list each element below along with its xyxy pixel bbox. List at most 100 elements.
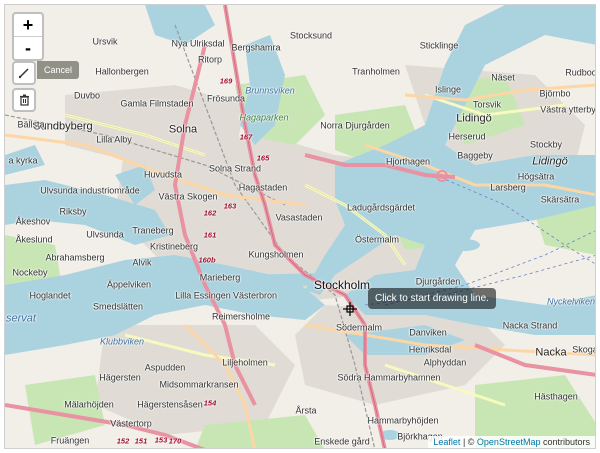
water-label-brunnsviken: Brunnsviken — [245, 85, 295, 96]
place-label-marieberg: Marieberg — [199, 272, 241, 283]
place-label-liljeholmen: Liljeholmen — [222, 357, 268, 368]
place-label-bjornbo: Björnbo — [539, 88, 571, 99]
place-label-reimersholme: Reimersholme — [211, 311, 271, 322]
road-number: 165 — [256, 153, 270, 163]
draw-line-button[interactable] — [12, 61, 36, 85]
delete-button[interactable] — [12, 88, 36, 112]
place-label-stocksund: Stocksund — [289, 30, 333, 41]
place-label-henriksdal: Henriksdal — [408, 344, 452, 355]
road-number: 167 — [239, 132, 253, 142]
place-label-lilla-alby: Lilla Alby — [96, 134, 132, 145]
place-label-danviken: Danviken — [409, 327, 447, 338]
place-label-duvbo: Duvbo — [73, 90, 101, 101]
place-label-norra-djurgarden: Norra Djurgården — [320, 120, 390, 131]
place-label-a-kyrka: a kyrka — [8, 155, 38, 166]
leaflet-link[interactable]: Leaflet — [433, 437, 460, 447]
place-label-traneberg: Traneberg — [132, 225, 174, 236]
place-label-lidingo-town: Lidingö — [456, 112, 492, 125]
pencil-line-icon — [18, 68, 29, 79]
bridge — [424, 173, 446, 179]
place-label-vastertorp: Västertorp — [110, 418, 152, 429]
place-label-stockby: Stockby — [529, 139, 563, 150]
place-label-arsta: Årsta — [295, 405, 317, 416]
road-number: 153 — [154, 435, 168, 445]
place-label-hagersten: Hägersten — [99, 372, 141, 383]
place-label-vastra-ytterby: Västra ytterby — [540, 104, 596, 115]
osm-link[interactable]: OpenStreetMap — [477, 437, 541, 447]
attribution: Leaflet | © OpenStreetMap contributors — [428, 436, 595, 448]
place-label-lidingo-island: Lidingö — [532, 155, 568, 168]
attribution-separator: | © — [460, 437, 477, 447]
place-label-kristineberg: Kristineberg — [149, 241, 199, 252]
place-label-nacka: Nacka — [535, 346, 567, 359]
place-label-ritorp: Ritorp — [197, 54, 223, 65]
place-label-bergshamra: Bergshamra — [231, 42, 281, 53]
place-label-fruangen: Fruängen — [50, 435, 90, 446]
place-label-malarhojden: Mälarhöjden — [64, 399, 114, 410]
place-label-larsberg: Larsberg — [490, 182, 526, 193]
attribution-tail: contributors — [540, 437, 590, 447]
place-label-sodra-hammarbyhamnen: Södra Hammarbyhamnen — [337, 372, 441, 383]
place-label-vasastaden: Vasastaden — [275, 212, 323, 223]
place-label-frosunda: Frösunda — [206, 93, 246, 104]
place-label-akeslund: Åkeslund — [15, 234, 53, 245]
park-label-hagaparken: Hagaparken — [239, 112, 289, 123]
place-label-midsommarkransen: Midsommarkransen — [159, 379, 239, 390]
place-label-nockeby: Nockeby — [12, 267, 48, 278]
place-label-vastra-skogen: Västra Skogen — [158, 191, 218, 202]
place-label-hasthagen: Hästhagen — [534, 391, 578, 402]
place-label-baggeby: Baggeby — [457, 150, 493, 161]
road-number: 170 — [168, 436, 182, 446]
water-label-klubbviken: Klubbviken — [99, 336, 145, 347]
road-number: 163 — [223, 201, 237, 211]
road-number: 154 — [203, 398, 217, 408]
place-label-gamla-filmstaden: Gamla Filmstaden — [120, 98, 194, 109]
drawing-tooltip: Click to start drawing line. — [368, 288, 496, 309]
place-label-appelviken: Äppelviken — [106, 279, 152, 290]
place-label-ladugardsgardet: Ladugårdsgärdet — [346, 202, 416, 213]
trash-icon — [19, 94, 29, 106]
place-label-riksby: Riksby — [59, 206, 87, 217]
place-label-solna: Solna — [168, 123, 198, 136]
map-container[interactable]: Stockholm Solna Sundbyberg Lidingö Lidin… — [4, 4, 596, 449]
road-number: 161 — [203, 230, 217, 240]
place-label-nacka-strand: Nacka Strand — [502, 320, 558, 331]
place-label-nya-ulriksdal: Nya Ulriksdal — [171, 38, 225, 49]
place-label-hagastaden: Hagastaden — [238, 182, 288, 193]
water-label-servat: servat — [6, 312, 36, 325]
place-label-djurgarden: Djurgården — [415, 276, 461, 287]
place-label-ursvik: Ursvik — [92, 36, 118, 47]
place-label-ostermalm: Östermalm — [354, 234, 400, 245]
place-label-herserud: Herserud — [448, 131, 486, 142]
place-label-rudbod: Rudbod — [565, 67, 596, 78]
place-label-enskede-gard: Enskede gård — [314, 436, 370, 447]
place-label-lilla-essingen: Lilla Essingen — [175, 290, 231, 301]
place-label-aspudden: Aspudden — [144, 362, 186, 373]
place-label-alvik: Alvik — [132, 257, 152, 268]
place-label-naset: Näset — [491, 72, 515, 83]
place-label-hagerstensasen: Hägerstensåsen — [137, 399, 203, 410]
place-label-skogal: Skogal — [572, 344, 595, 355]
cancel-drawing-button[interactable]: Cancel — [37, 61, 80, 79]
place-label-torsvik: Torsvik — [472, 99, 502, 110]
place-label-hallonbergen: Hallonbergen — [95, 66, 149, 77]
place-label-ulvsunda-industriomrade: Ulvsunda industriområde — [40, 185, 140, 196]
place-label-hjorthagen: Hjorthagen — [385, 156, 431, 167]
place-label-vasterbron: Västerbron — [232, 290, 278, 301]
place-label-ballsta: Bällsta — [17, 119, 45, 130]
place-label-alphyddan: Alphyddan — [423, 357, 467, 368]
zoom-control: + - — [12, 12, 44, 61]
place-label-sticklinge: Sticklinge — [419, 40, 459, 51]
place-label-akeshov: Åkeshov — [15, 216, 51, 227]
place-label-solna-strand: Solna Strand — [208, 163, 262, 174]
place-label-hammarbyhojden: Hammarbyhöjden — [367, 415, 439, 426]
zoom-out-button[interactable]: - — [14, 36, 42, 59]
place-label-hogsatra: Högsätra — [517, 171, 555, 182]
road-number: 169 — [219, 76, 233, 86]
road-number: 152 — [116, 436, 130, 446]
place-label-huvudsta: Huvudsta — [143, 169, 183, 180]
place-label-ulvsunda: Ulvsunda — [86, 229, 124, 240]
place-label-tranholmen: Tranholmen — [352, 66, 400, 77]
zoom-in-button[interactable]: + — [14, 14, 42, 36]
road-number: 162 — [203, 208, 217, 218]
